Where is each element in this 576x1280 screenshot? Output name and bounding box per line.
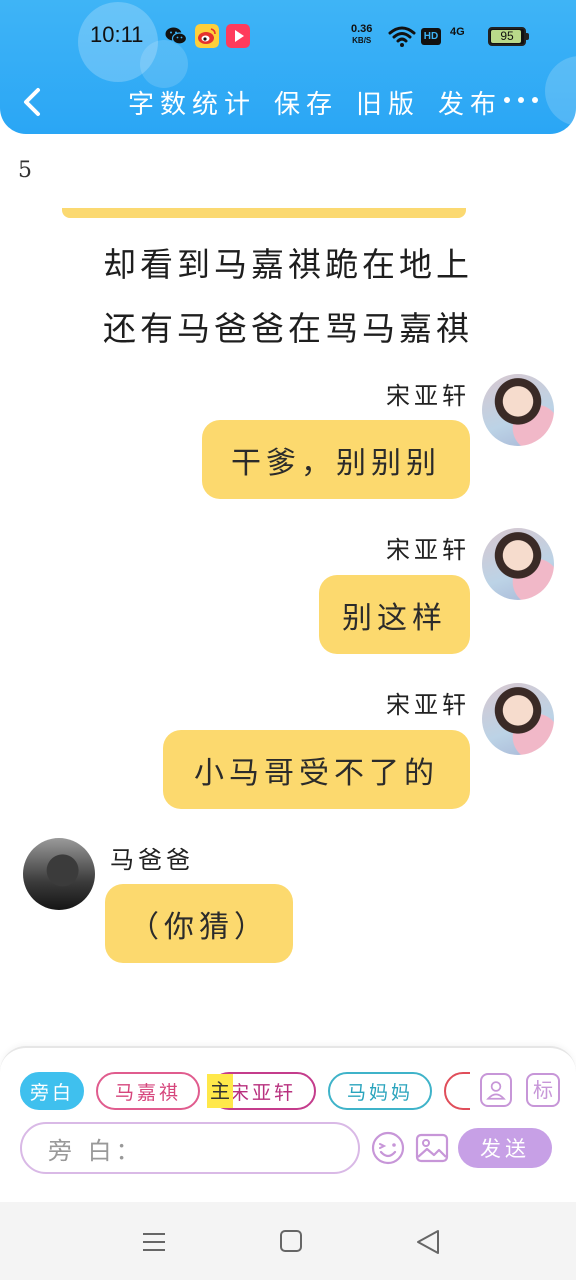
status-time: 10:11 <box>90 22 144 47</box>
previous-bubble-edge <box>62 208 466 218</box>
back-triangle-icon[interactable] <box>416 1229 440 1255</box>
avatar-song-yaxuan[interactable] <box>482 374 554 446</box>
message-bubble[interactable]: （你猜） <box>105 884 293 963</box>
battery-level: 95 <box>500 29 514 43</box>
message-bubble[interactable]: 别这样 <box>319 575 470 654</box>
role-chip-narrator[interactable]: 旁白 <box>20 1072 84 1110</box>
page-number: 5 <box>18 158 32 183</box>
role-chip-song-yaxuan[interactable]: 主 宋亚轩 <box>207 1072 316 1110</box>
speaker-name: 宋亚轩 <box>386 691 470 719</box>
system-nav-bar <box>0 1202 576 1280</box>
more-dot <box>532 97 538 103</box>
old-version-button[interactable]: 旧版 <box>356 84 420 121</box>
back-button[interactable] <box>14 82 50 122</box>
main-character-tag: 主 <box>207 1074 233 1108</box>
more-dot <box>504 97 510 103</box>
message-bubble[interactable]: 干爹，别别别 <box>202 420 470 499</box>
role-chip-label: 宋亚轩 <box>229 1081 296 1104</box>
character-manager-icon[interactable] <box>480 1073 512 1107</box>
network-speed: 0.36 KB/S <box>351 24 372 46</box>
narration-line[interactable]: 还有马爸爸在骂马嘉祺 <box>0 302 576 350</box>
network-speed-unit: KB/S <box>352 36 372 45</box>
weibo-icon <box>195 24 219 48</box>
message-input[interactable]: 旁 白： <box>20 1122 360 1174</box>
message-bubble[interactable]: 小马哥受不了的 <box>163 730 470 809</box>
image-icon[interactable] <box>414 1130 450 1166</box>
role-chip-ma-jiaqi[interactable]: 马嘉祺 <box>96 1072 200 1110</box>
battery-tip <box>526 33 529 40</box>
speaker-name: 宋亚轩 <box>386 382 470 410</box>
word-count-button[interactable]: 字数统计 <box>128 84 256 121</box>
video-app-icon <box>226 24 250 48</box>
avatar-ma-baba[interactable] <box>23 838 95 910</box>
message-input-placeholder: 旁 白： <box>48 1136 144 1165</box>
recent-apps-icon[interactable] <box>142 1230 166 1254</box>
more-options-button[interactable] <box>504 88 538 112</box>
wifi-icon <box>388 26 416 47</box>
signal-4g: 4G <box>450 26 465 38</box>
battery-icon: 95 <box>488 27 526 46</box>
network-speed-value: 0.36 <box>351 23 373 35</box>
narration-line[interactable]: 却看到马嘉祺跪在地上 <box>0 238 576 286</box>
hd-badge: HD <box>421 28 441 45</box>
role-chip-partial[interactable] <box>444 1072 470 1110</box>
header-actions: 字数统计 保存 旧版 发布 <box>128 80 520 124</box>
speaker-name: 宋亚轩 <box>386 536 470 564</box>
wechat-icon <box>165 27 188 45</box>
avatar-song-yaxuan[interactable] <box>482 528 554 600</box>
role-chip-ma-mama[interactable]: 马妈妈 <box>328 1072 432 1110</box>
speaker-name: 马爸爸 <box>110 846 194 874</box>
emoji-icon[interactable] <box>370 1130 406 1166</box>
home-icon[interactable] <box>280 1230 302 1252</box>
send-button[interactable]: 发送 <box>458 1128 552 1168</box>
role-selector: 旁白 马嘉祺 主 宋亚轩 马妈妈 <box>20 1072 470 1110</box>
save-button[interactable]: 保存 <box>274 84 338 121</box>
status-bar: 10:11 0.36 KB/S HD 4G 95 <box>0 0 576 70</box>
publish-button[interactable]: 发布 <box>438 84 502 121</box>
avatar-song-yaxuan[interactable] <box>482 683 554 755</box>
more-dot <box>518 97 524 103</box>
top-header: 10:11 0.36 KB/S HD 4G 95 字数统计 保存 旧版 发布 <box>0 0 576 134</box>
tag-button[interactable]: 标 <box>526 1073 560 1107</box>
